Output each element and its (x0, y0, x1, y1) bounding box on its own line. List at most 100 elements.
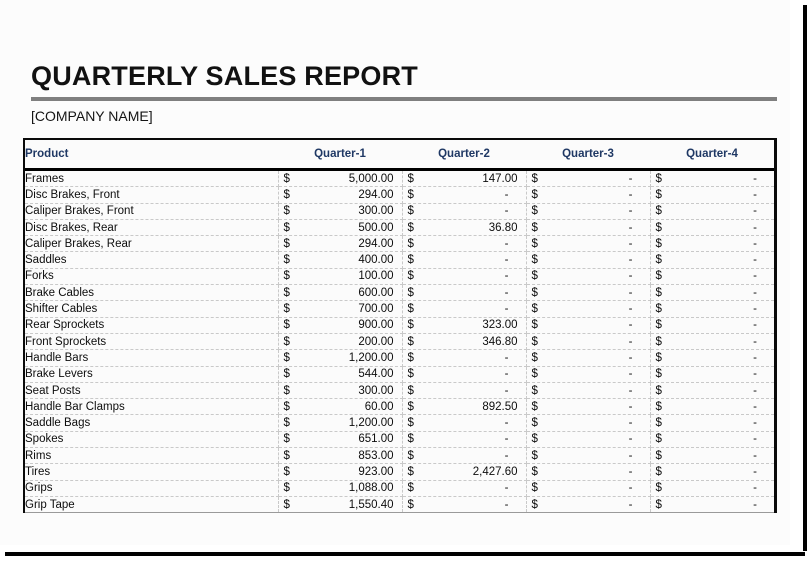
cell-q1[interactable]: $1,088.00 (278, 480, 403, 497)
cell-q4[interactable]: $ - (650, 496, 774, 514)
cell-q4[interactable]: $ - (650, 268, 774, 286)
cell-q2[interactable]: $ - (402, 203, 527, 220)
cell-product[interactable]: Saddle Bags (25, 414, 279, 432)
cell-q1[interactable]: $1,200.00 (278, 349, 403, 367)
table-row[interactable]: Handle Bar Clamps $60.00 $892.50 $ - $ - (25, 398, 774, 416)
table-row[interactable]: Frames $5,000.00 $147.00 $ - $ - (25, 169, 774, 188)
cell-q4[interactable]: $ - (650, 480, 774, 497)
cell-q2[interactable]: $ - (402, 496, 527, 514)
cell-q3[interactable]: $ - (526, 496, 651, 514)
cell-q3[interactable]: $ - (526, 480, 651, 497)
cell-q2[interactable]: $ - (402, 349, 527, 367)
cell-q4[interactable]: $ - (650, 284, 774, 302)
cell-q2[interactable]: $ - (402, 268, 527, 286)
cell-product[interactable]: Grip Tape (25, 496, 279, 514)
cell-q1[interactable]: $923.00 (278, 463, 403, 481)
cell-q4[interactable]: $ - (650, 169, 774, 188)
table-row[interactable]: Saddles $400.00 $ - $ - $ - (25, 251, 774, 269)
cell-product[interactable]: Handle Bar Clamps (25, 398, 279, 416)
cell-q2[interactable]: $ - (402, 414, 527, 432)
cell-q3[interactable]: $ - (526, 349, 651, 367)
cell-q1[interactable]: $294.00 (278, 235, 403, 253)
cell-q2[interactable]: $36.80 (402, 219, 527, 237)
cell-q2[interactable]: $ - (402, 366, 527, 383)
cell-product[interactable]: Caliper Brakes, Rear (25, 235, 279, 253)
cell-q2[interactable]: $ - (402, 186, 527, 204)
cell-q4[interactable]: $ - (650, 414, 774, 432)
cell-q4[interactable]: $ - (650, 366, 774, 383)
cell-q4[interactable]: $ - (650, 382, 774, 400)
cell-q4[interactable]: $ - (650, 251, 774, 269)
cell-q4[interactable]: $ - (650, 300, 774, 318)
cell-product[interactable]: Disc Brakes, Rear (25, 219, 279, 237)
table-row[interactable]: Disc Brakes, Rear $500.00 $36.80 $ - $ - (25, 219, 774, 237)
cell-q1[interactable]: $100.00 (278, 268, 403, 286)
cell-q1[interactable]: $500.00 (278, 219, 403, 237)
table-row[interactable]: Shifter Cables $700.00 $ - $ - $ - (25, 300, 774, 318)
cell-q3[interactable]: $ - (526, 382, 651, 400)
table-row[interactable]: Brake Levers $544.00 $ - $ - $ - (25, 366, 774, 383)
cell-q3[interactable]: $ - (526, 186, 651, 204)
cell-q2[interactable]: $ - (402, 251, 527, 269)
cell-q1[interactable]: $294.00 (278, 186, 403, 204)
cell-product[interactable]: Seat Posts (25, 382, 279, 400)
cell-q1[interactable]: $853.00 (278, 447, 403, 465)
cell-q1[interactable]: $300.00 (278, 203, 403, 220)
cell-q3[interactable]: $ - (526, 268, 651, 286)
cell-q2[interactable]: $ - (402, 382, 527, 400)
cell-product[interactable]: Caliper Brakes, Front (25, 203, 279, 220)
cell-q2[interactable]: $147.00 (402, 169, 527, 188)
cell-q1[interactable]: $700.00 (278, 300, 403, 318)
cell-q3[interactable]: $ - (526, 366, 651, 383)
cell-q2[interactable]: $ - (402, 300, 527, 318)
cell-q4[interactable]: $ - (650, 431, 774, 449)
cell-q2[interactable]: $346.80 (402, 333, 527, 351)
cell-product[interactable]: Rear Sprockets (25, 317, 279, 334)
table-row[interactable]: Tires $923.00 $2,427.60 $ - $ - (25, 463, 774, 481)
cell-q4[interactable]: $ - (650, 203, 774, 220)
cell-product[interactable]: Tires (25, 463, 279, 481)
column-header-quarter-2[interactable]: Quarter-2 (402, 140, 526, 171)
cell-product[interactable]: Forks (25, 268, 279, 286)
cell-q2[interactable]: $ - (402, 431, 527, 449)
cell-q2[interactable]: $ - (402, 284, 527, 302)
cell-q3[interactable]: $ - (526, 300, 651, 318)
table-row[interactable]: Rear Sprockets $900.00 $323.00 $ - $ - (25, 317, 774, 334)
cell-product[interactable]: Frames (25, 169, 279, 188)
cell-q3[interactable]: $ - (526, 398, 651, 416)
cell-q3[interactable]: $ - (526, 169, 651, 188)
cell-q3[interactable]: $ - (526, 284, 651, 302)
table-row[interactable]: Forks $100.00 $ - $ - $ - (25, 268, 774, 286)
column-header-quarter-1[interactable]: Quarter-1 (278, 140, 402, 171)
cell-q1[interactable]: $900.00 (278, 317, 403, 334)
table-row[interactable]: Brake Cables $600.00 $ - $ - $ - (25, 284, 774, 302)
cell-q4[interactable]: $ - (650, 333, 774, 351)
cell-q3[interactable]: $ - (526, 431, 651, 449)
cell-product[interactable]: Grips (25, 480, 279, 497)
cell-q1[interactable]: $1,550.40 (278, 496, 403, 514)
cell-q2[interactable]: $ - (402, 480, 527, 497)
column-header-quarter-4[interactable]: Quarter-4 (650, 140, 774, 171)
cell-q2[interactable]: $323.00 (402, 317, 527, 334)
company-name-placeholder[interactable]: [COMPANY NAME] (31, 108, 777, 125)
cell-q1[interactable]: $600.00 (278, 284, 403, 302)
cell-q4[interactable]: $ - (650, 219, 774, 237)
cell-q1[interactable]: $1,200.00 (278, 414, 403, 432)
cell-q3[interactable]: $ - (526, 317, 651, 334)
cell-product[interactable]: Brake Cables (25, 284, 279, 302)
column-header-quarter-3[interactable]: Quarter-3 (526, 140, 650, 171)
cell-product[interactable]: Brake Levers (25, 366, 279, 383)
table-row[interactable]: Saddle Bags $1,200.00 $ - $ - $ - (25, 414, 774, 432)
table-row[interactable]: Rims $853.00 $ - $ - $ - (25, 447, 774, 465)
cell-q1[interactable]: $544.00 (278, 366, 403, 383)
cell-q3[interactable]: $ - (526, 414, 651, 432)
cell-q1[interactable]: $400.00 (278, 251, 403, 269)
table-row[interactable]: Grips $1,088.00 $ - $ - $ - (25, 480, 774, 497)
cell-q4[interactable]: $ - (650, 447, 774, 465)
cell-product[interactable]: Rims (25, 447, 279, 465)
table-row[interactable]: Spokes $651.00 $ - $ - $ - (25, 431, 774, 449)
cell-q3[interactable]: $ - (526, 203, 651, 220)
cell-q3[interactable]: $ - (526, 219, 651, 237)
cell-q3[interactable]: $ - (526, 463, 651, 481)
cell-q1[interactable]: $5,000.00 (278, 169, 403, 188)
